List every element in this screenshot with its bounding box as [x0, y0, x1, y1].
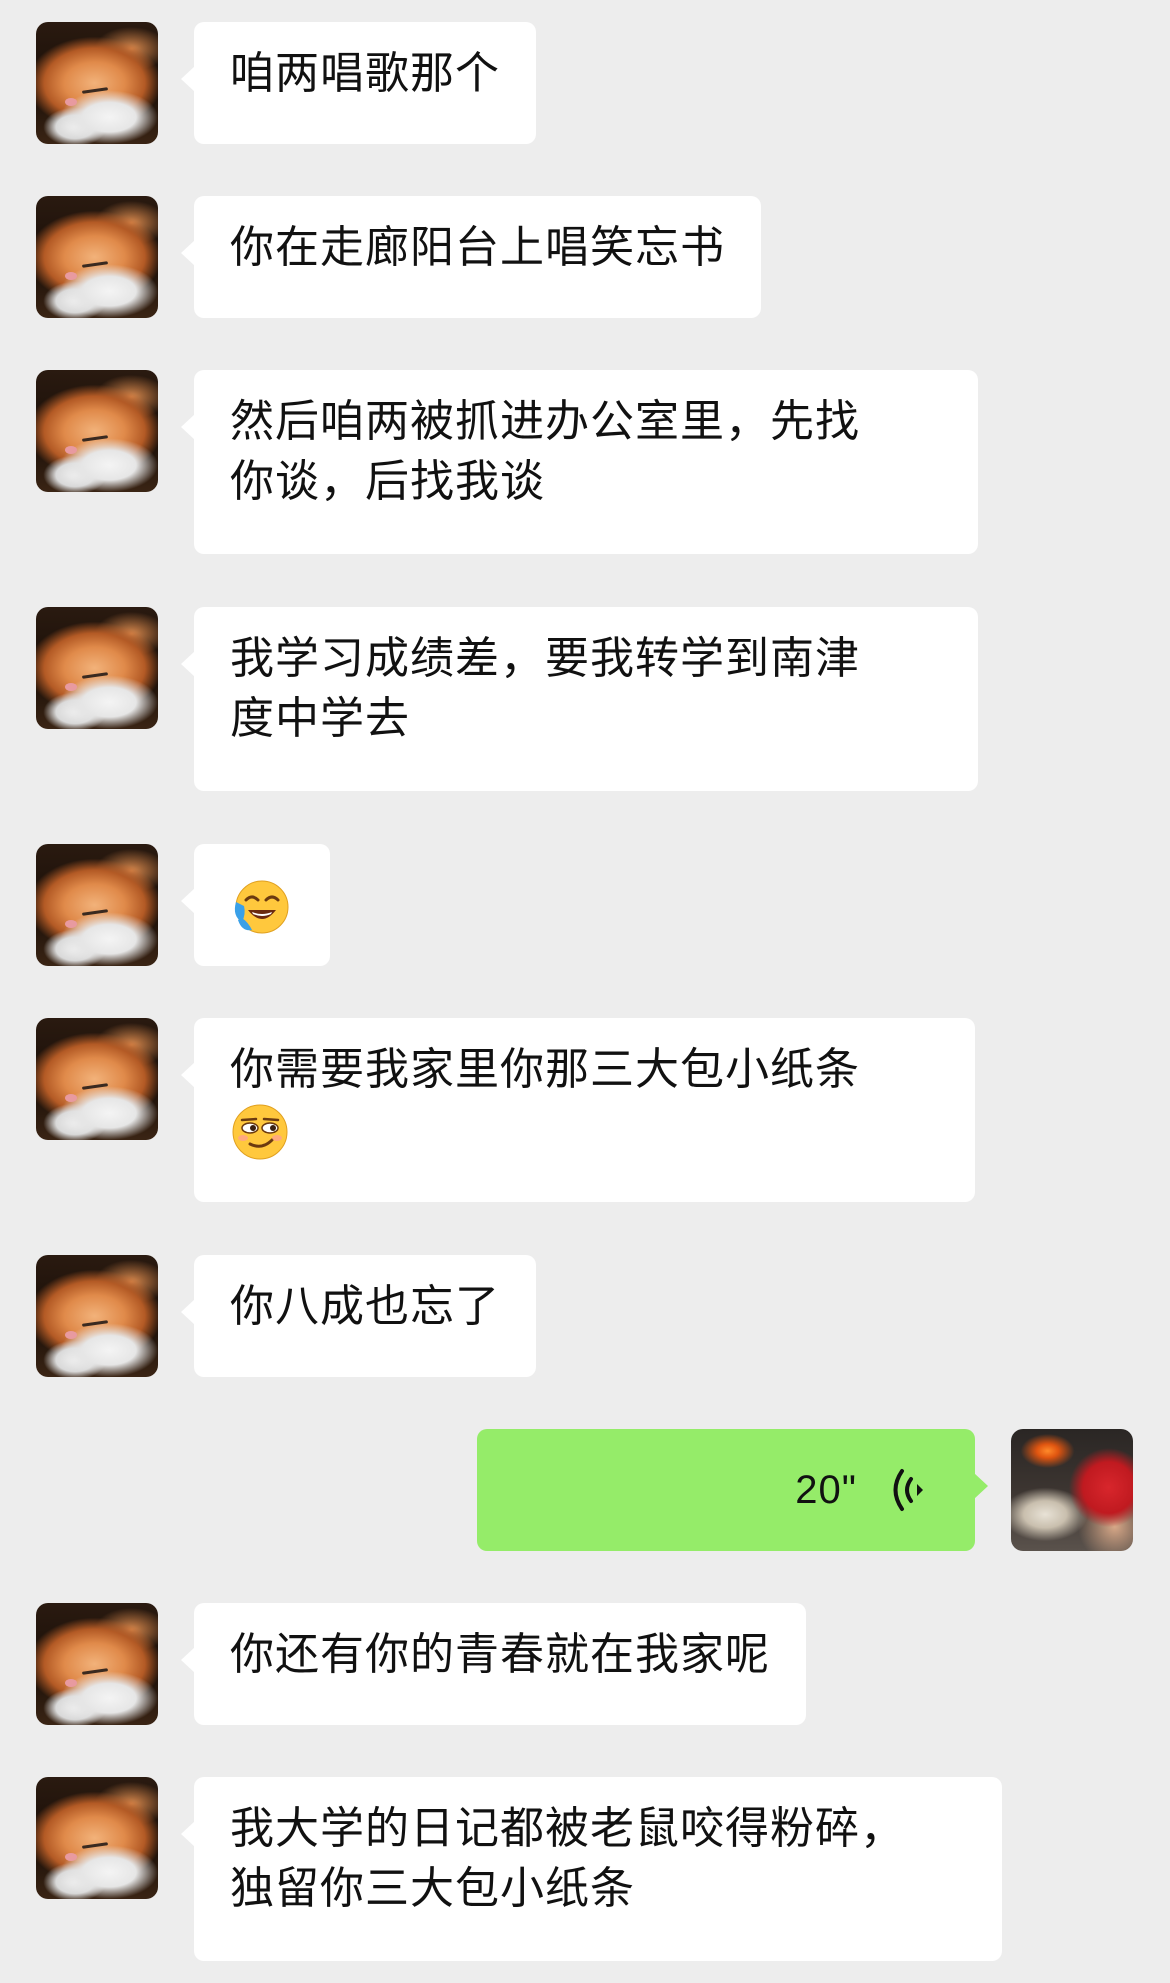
laugh-cry-emoji	[234, 880, 289, 934]
message-bubble[interactable]: 你还有你的青春就在我家呢	[181, 1603, 806, 1725]
message-text-line: 我学习成绩差，要我转学到南津	[230, 634, 860, 683]
contact-avatar[interactable]	[36, 1255, 158, 1377]
contact-avatar[interactable]	[36, 370, 158, 492]
message-bubble[interactable]: 你八成也忘了	[181, 1255, 536, 1377]
message-bubble[interactable]	[181, 844, 330, 966]
contact-avatar[interactable]	[36, 1603, 158, 1725]
message-text-line: 然后咱两被抓进办公室里，先找	[230, 397, 860, 446]
message-text: 你在走廊阳台上唱笑忘书	[230, 223, 725, 272]
self-avatar[interactable]	[1011, 1429, 1133, 1551]
message-text-line: 我大学的日记都被老鼠咬得粉碎，	[230, 1804, 905, 1853]
message-text-line: 度中学去	[230, 694, 410, 743]
message-text-line: 独留你三大包小纸条	[230, 1864, 635, 1913]
smirk-emoji	[232, 1104, 288, 1160]
message-text: 你八成也忘了	[230, 1282, 500, 1331]
message-text-line: 你谈，后找我谈	[230, 457, 545, 506]
message-bubble[interactable]: 你需要我家里你那三大包小纸条	[181, 1018, 975, 1202]
voice-duration: 20"	[795, 1468, 857, 1512]
voice-wave-icon	[893, 1469, 923, 1511]
voice-message-bubble[interactable]: 20"	[477, 1429, 988, 1551]
contact-avatar[interactable]	[36, 1018, 158, 1140]
contact-avatar[interactable]	[36, 196, 158, 318]
contact-avatar[interactable]	[36, 607, 158, 729]
contact-avatar[interactable]	[36, 844, 158, 966]
contact-avatar[interactable]	[36, 22, 158, 144]
message-text: 咱两唱歌那个	[230, 49, 500, 98]
message-bubble[interactable]: 咱两唱歌那个	[181, 22, 536, 144]
message-bubble[interactable]: 我大学的日记都被老鼠咬得粉碎， 独留你三大包小纸条	[181, 1777, 1002, 1961]
message-bubble[interactable]: 我学习成绩差，要我转学到南津 度中学去	[181, 607, 978, 791]
contact-avatar[interactable]	[36, 1777, 158, 1899]
message-bubble[interactable]: 你在走廊阳台上唱笑忘书	[181, 196, 761, 318]
message-bubble[interactable]: 然后咱两被抓进办公室里，先找 你谈，后找我谈	[181, 370, 978, 554]
message-text: 你还有你的青春就在我家呢	[230, 1630, 770, 1679]
message-text-line: 你需要我家里你那三大包小纸条	[230, 1045, 860, 1094]
